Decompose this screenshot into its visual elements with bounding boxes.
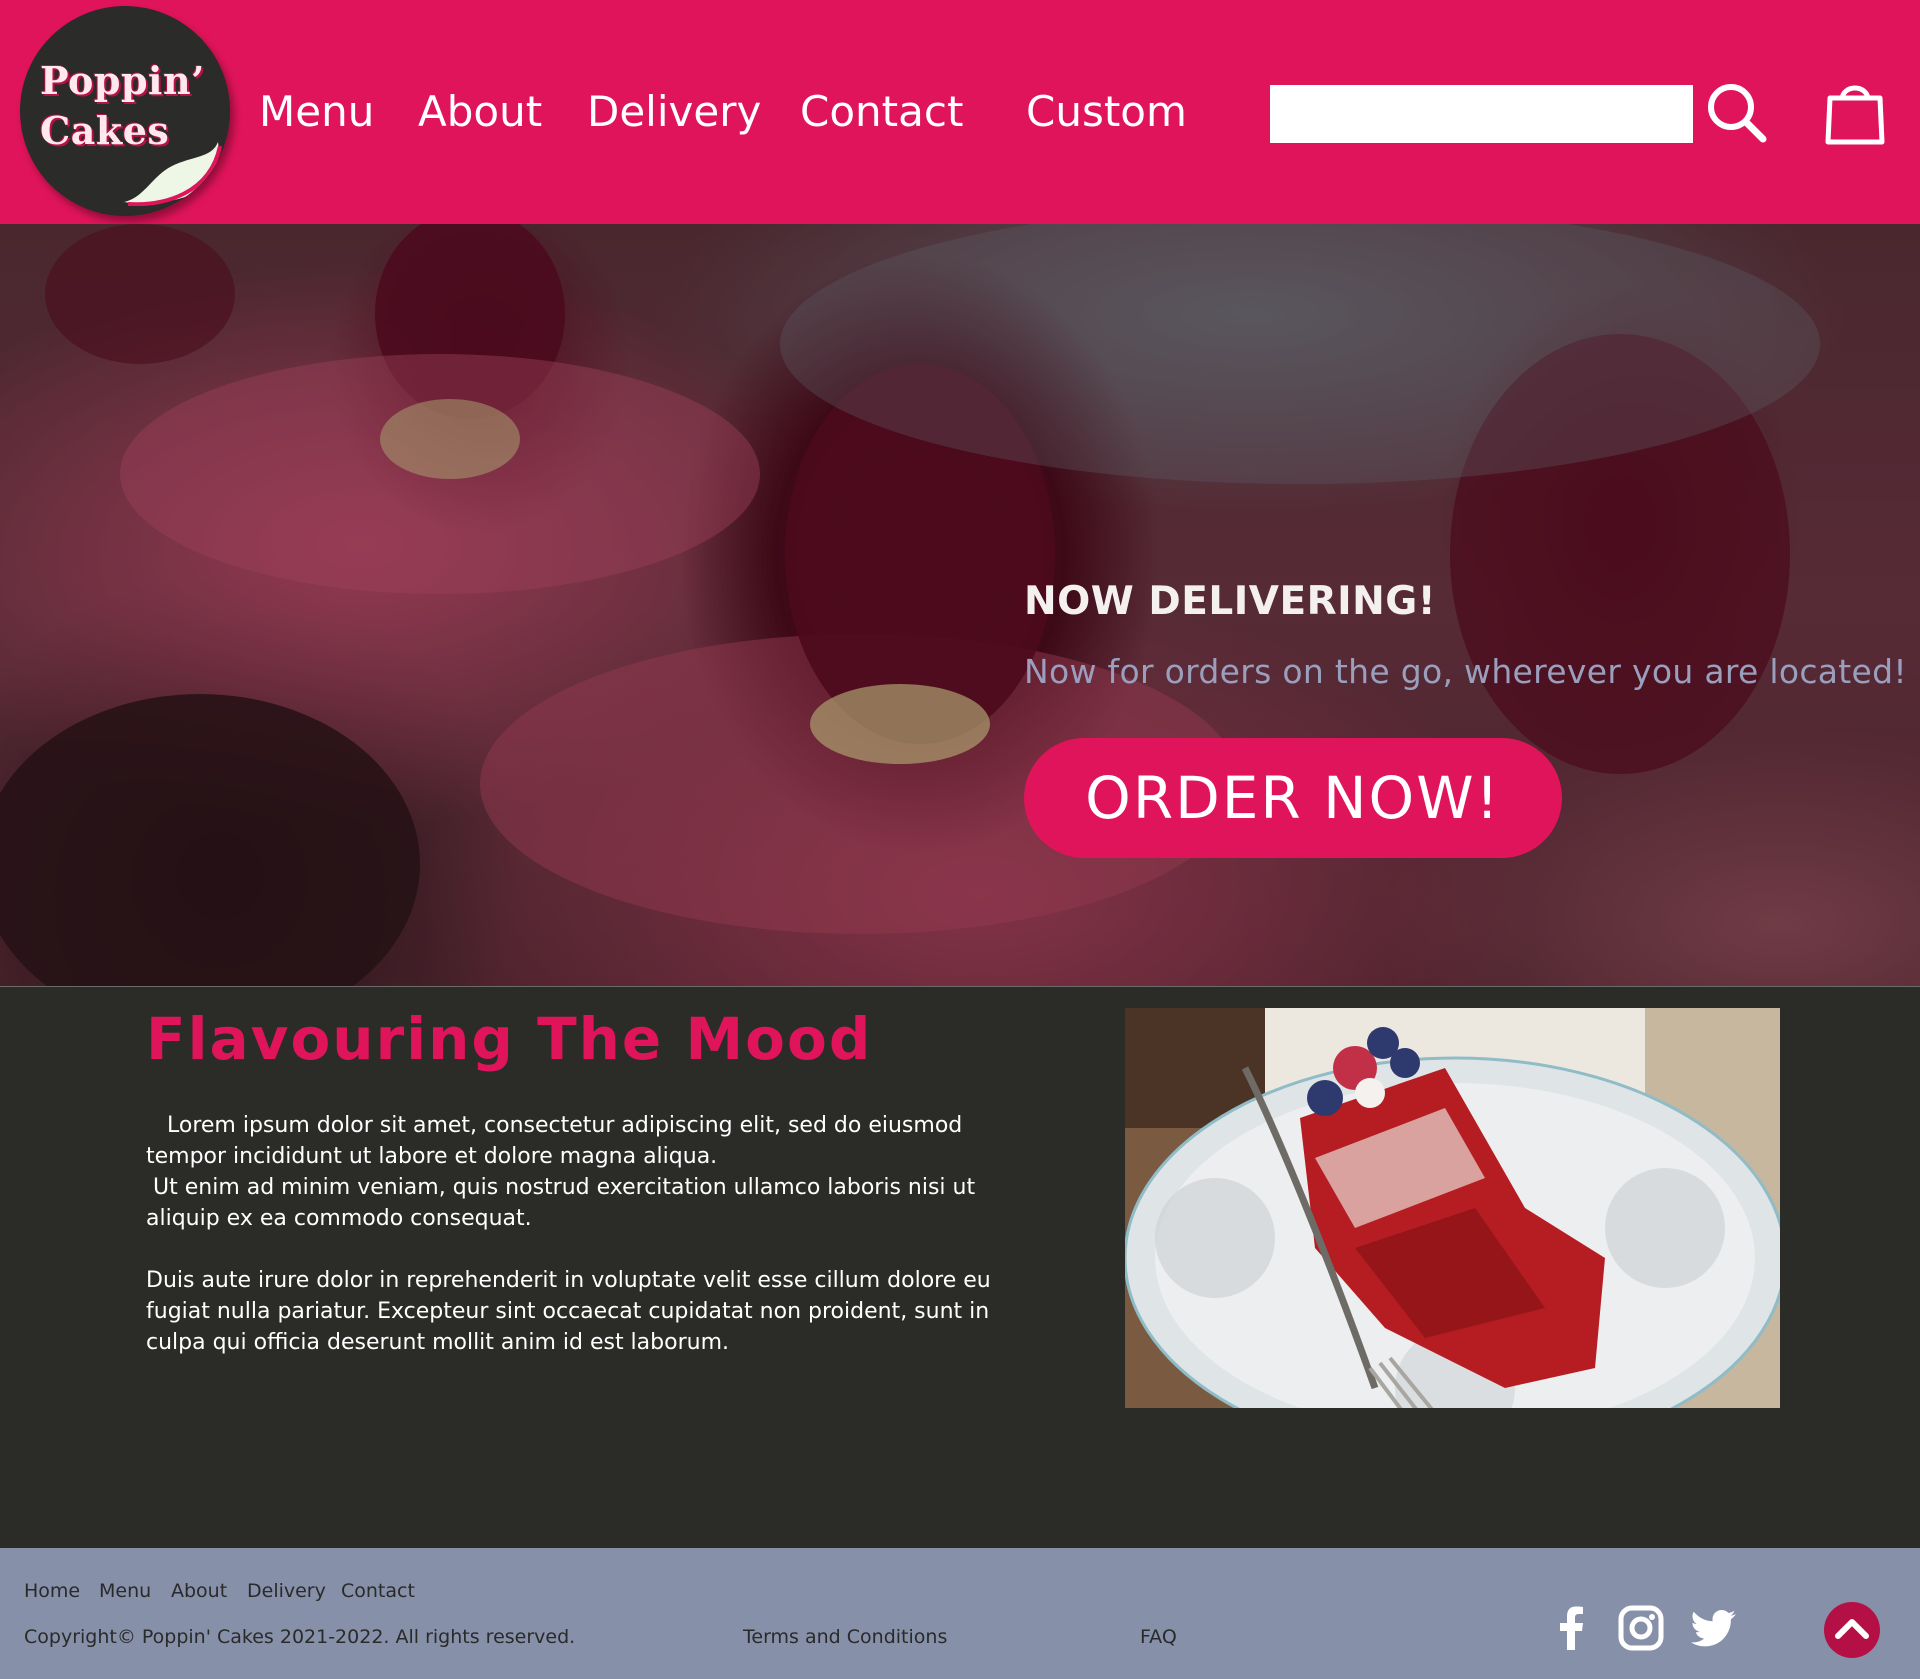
footer-link-delivery[interactable]: Delivery: [247, 1580, 326, 1602]
section-title: Flavouring The Mood: [146, 1005, 873, 1073]
about-paragraph-1: Lorem ipsum dolor sit amet, consectetur …: [146, 1113, 976, 1231]
copyright-text: Copyright© Poppin' Cakes 2021-2022. All …: [24, 1626, 576, 1648]
brand-logo[interactable]: Poppin’ Cakes: [20, 6, 230, 216]
about-paragraph-2: Duis aute irure dolor in reprehenderit i…: [146, 1268, 998, 1355]
about-text: Lorem ipsum dolor sit amet, consectetur …: [146, 1110, 1046, 1389]
nav-delivery[interactable]: Delivery: [587, 84, 761, 140]
hero-subtitle: Now for orders on the go, wherever you a…: [1024, 652, 1907, 691]
hero-banner: NOW DELIVERING! Now for orders on the go…: [0, 224, 1920, 987]
search-icon[interactable]: [1706, 82, 1768, 144]
terms-link[interactable]: Terms and Conditions: [743, 1626, 947, 1648]
instagram-icon[interactable]: [1618, 1604, 1664, 1652]
logo-swoosh-icon: [124, 142, 222, 206]
footer-link-menu[interactable]: Menu: [99, 1580, 151, 1602]
shopping-bag-icon[interactable]: [1824, 78, 1886, 146]
footer-link-about[interactable]: About: [171, 1580, 227, 1602]
footer-link-contact[interactable]: Contact: [341, 1580, 415, 1602]
logo-text-line1: Poppin’: [40, 58, 205, 103]
red-velvet-cake-image: [1125, 1008, 1780, 1408]
nav-about[interactable]: About: [418, 84, 542, 140]
chevron-up-icon: [1835, 1619, 1869, 1639]
footer-link-home[interactable]: Home: [24, 1580, 80, 1602]
nav-custom[interactable]: Custom: [1026, 84, 1187, 140]
faq-link[interactable]: FAQ: [1140, 1626, 1177, 1648]
facebook-icon[interactable]: [1548, 1604, 1594, 1652]
order-now-button[interactable]: ORDER NOW!: [1024, 738, 1562, 858]
hero-overlay: [0, 224, 1920, 986]
hero-title: NOW DELIVERING!: [1024, 579, 1437, 624]
site-footer: Home Menu About Delivery Contact Copyrig…: [0, 1548, 1920, 1679]
back-to-top-button[interactable]: [1824, 1602, 1880, 1658]
site-header: Poppin’ Cakes Menu About Delivery Contac…: [0, 0, 1920, 224]
nav-contact[interactable]: Contact: [800, 84, 963, 140]
twitter-icon[interactable]: [1690, 1604, 1738, 1652]
nav-menu[interactable]: Menu: [259, 84, 374, 140]
search-input[interactable]: [1270, 85, 1693, 143]
